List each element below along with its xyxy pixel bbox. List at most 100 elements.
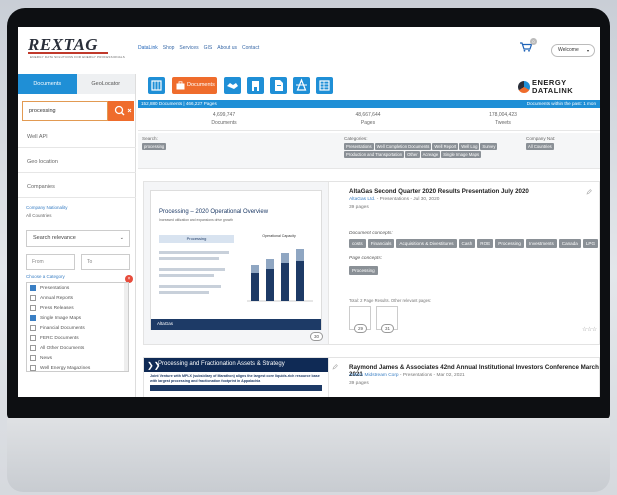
category-checkbox[interactable] (30, 305, 36, 311)
tab-documents[interactable]: Documents (18, 74, 77, 94)
concept-tag[interactable]: Acquisitions & Divestitures (396, 239, 457, 248)
logo-tagline: ENERGY DATA SOLUTIONS FOR ENERGY PROFESS… (30, 55, 125, 59)
slide-bar-chart (247, 249, 313, 302)
to-input[interactable]: To (81, 254, 130, 270)
nav-gis[interactable]: GIS (204, 45, 213, 51)
filter-chip[interactable]: Well Log (459, 143, 480, 150)
report-view-button[interactable] (270, 77, 287, 94)
category-checkbox[interactable] (30, 365, 36, 371)
sidebar-item-well-api[interactable]: Well API (18, 126, 136, 148)
category-checkbox[interactable] (30, 295, 36, 301)
document-toolbar: Documents ENERGY DATALINK (138, 75, 600, 99)
sidebar-item-geo-location[interactable]: Geo location (18, 151, 136, 173)
filter-chip[interactable]: Well Completion Documents (374, 143, 432, 150)
edit-icon[interactable] (332, 364, 338, 370)
pages-count-label: Pages (360, 120, 376, 126)
slide-bullets (159, 247, 234, 303)
concept-tag[interactable]: Financials (367, 239, 395, 248)
tweets-count-label: Tweets (495, 120, 511, 126)
edit-icon[interactable] (586, 189, 592, 195)
result-pages: 39 pages (349, 205, 369, 210)
filter-chip[interactable]: Presentations (344, 143, 374, 150)
category-checkbox[interactable] (30, 335, 36, 341)
category-scrollbar[interactable] (124, 283, 128, 371)
nav-datalink[interactable]: DataLink (138, 45, 158, 51)
time-filter[interactable]: Documents within the past: 1 mon (527, 100, 596, 108)
facility-view-button[interactable] (247, 77, 264, 94)
category-item[interactable]: Single Image Maps (27, 313, 128, 323)
rating-stars-icon[interactable]: ☆☆☆ (582, 326, 597, 333)
concept-tag[interactable]: Canada (558, 239, 581, 248)
filter-chip[interactable]: processing (142, 143, 167, 150)
sidebar-item-companies[interactable]: Companies (18, 176, 136, 198)
results-status-bar: 152,880 Documents | 466,227 Pages Docume… (138, 100, 600, 108)
result-title[interactable]: AltaGas Second Quarter 2020 Results Pres… (349, 188, 529, 195)
category-item[interactable]: Presentations (27, 283, 128, 293)
choose-category-label: Choose a Category (26, 274, 65, 279)
category-checkbox[interactable] (30, 355, 36, 361)
result-meta-text: - Presentations - Jul 30, 2020 (375, 197, 440, 202)
slide-subtitle: Joint Venture with MPLX (subsidiary of M… (150, 374, 320, 383)
nav-shop[interactable]: Shop (163, 45, 175, 51)
filter-chip[interactable]: Production and Transportation (344, 151, 405, 158)
filter-chip[interactable]: Well Report (432, 143, 459, 150)
nav-contact[interactable]: Contact (242, 45, 259, 51)
documents-tab-label: Documents (187, 82, 215, 88)
category-checkbox[interactable] (30, 345, 36, 351)
logo-underline (28, 52, 108, 54)
from-input[interactable]: From (26, 254, 75, 270)
search-input[interactable]: processing (22, 101, 108, 121)
category-checkbox[interactable] (30, 285, 36, 291)
slide-subtitle: Increased utilization and expansions dri… (159, 218, 234, 222)
category-item[interactable]: Well Energy Magazines (27, 363, 128, 371)
pipeline-view-button[interactable] (224, 77, 241, 94)
result-meta-text: - Presentations - Mar 02, 2021 (398, 373, 465, 378)
welcome-dropdown[interactable]: Welcome ▾ (551, 44, 595, 57)
map-view-button[interactable] (148, 77, 165, 94)
active-filters: Search: processing Categories: Presentat… (138, 133, 600, 169)
filter-chip[interactable]: Other (405, 151, 420, 158)
company-nationality-label: Company Nationality (26, 205, 68, 210)
category-item[interactable]: News (27, 353, 128, 363)
table-view-button[interactable] (316, 77, 333, 94)
category-item[interactable]: FERC Documents (27, 333, 128, 343)
result-thumbnail[interactable]: ❯❯ Processing and Fractionation Assets &… (144, 358, 329, 397)
concept-tag[interactable]: Cash (458, 239, 476, 248)
category-item[interactable]: All Other Documents (27, 343, 128, 353)
result-company[interactable]: AltaGas Ltd. (349, 197, 375, 202)
nav-services[interactable]: Services (179, 45, 198, 51)
filter-chip[interactable]: Survey (480, 143, 498, 150)
concept-tag[interactable]: Processing (349, 266, 378, 275)
concept-tag[interactable]: LPG (582, 239, 599, 248)
tweets-total: 178,004,423 Tweets (453, 111, 553, 127)
slide-footer: AltaGas (151, 319, 321, 330)
concept-tag[interactable]: Processing (495, 239, 524, 248)
filter-chip[interactable]: Acreage (420, 151, 441, 158)
category-item[interactable]: Annual Reports (27, 293, 128, 303)
result-meta: AltaGas Ltd. - Presentations - Jul 30, 2… (349, 197, 439, 202)
company-nationality-value[interactable]: All Countries (26, 213, 52, 218)
category-item[interactable]: Press Releases (27, 303, 128, 313)
result-thumbnail[interactable]: Processing – 2020 Operational Overview I… (144, 182, 329, 344)
rig-view-button[interactable] (293, 77, 310, 94)
pages-count: 48,667,644 (355, 112, 381, 118)
slide-chart-title: Operational Capacity (262, 234, 296, 238)
concept-tag[interactable]: ROE (477, 239, 494, 248)
category-checkbox[interactable] (30, 325, 36, 331)
filter-chip[interactable]: Single Image Maps (441, 151, 482, 158)
cart-count-badge: 0 (530, 38, 537, 45)
slide-preview: Processing – 2020 Operational Overview I… (150, 190, 322, 330)
nav-about[interactable]: About us (217, 45, 237, 51)
result-company[interactable]: Antero Midstream Corp (349, 373, 399, 378)
category-item[interactable]: Financial Documents (27, 323, 128, 333)
total-pages-note: Total: 2 Page Results. Other relevant pa… (349, 298, 432, 303)
search-button[interactable] (108, 101, 134, 121)
concept-tag[interactable]: Investments (525, 239, 557, 248)
category-label: Presentations (40, 285, 70, 291)
category-checkbox[interactable] (30, 315, 36, 321)
tab-geolocator[interactable]: GeoLocator (76, 74, 135, 94)
filter-chip[interactable]: All Countries (526, 143, 554, 150)
concept-tag[interactable]: costs (349, 239, 366, 248)
sort-select[interactable]: Search relevance ⌄ (26, 230, 130, 247)
result-meta: Antero Midstream Corp - Presentations - … (349, 373, 465, 378)
